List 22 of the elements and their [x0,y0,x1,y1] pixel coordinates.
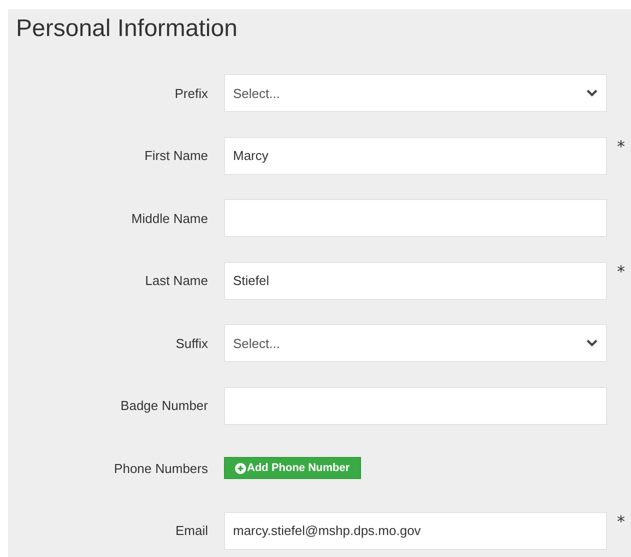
field-label: Last Name [145,273,208,288]
required-mark: * [617,262,626,280]
required-mark: * [617,512,626,530]
input-field[interactable] [224,386,607,424]
input-field[interactable]: Stiefel [224,262,607,300]
input-field[interactable] [224,199,607,237]
field-label: Suffix [176,336,208,350]
caret-icon [586,339,598,347]
caret-icon [586,89,598,97]
select-field[interactable]: Select... [224,324,607,362]
plus-circle-icon [235,462,246,474]
field-label: Badge Number [120,398,208,413]
field-label: Prefix [174,86,208,100]
field-label: Middle Name [131,210,208,226]
field-label: First Name [144,148,208,163]
input-field[interactable]: marcy.stiefel@mshp.dps.mo.gov [224,512,607,550]
field-label: Phone Numbers [114,460,208,476]
section-title: Personal Information [16,15,238,43]
select-field[interactable]: Select... [224,74,607,112]
input-field[interactable]: Marcy [224,136,607,174]
field-label: Email [175,523,208,538]
required-mark: * [617,136,626,156]
